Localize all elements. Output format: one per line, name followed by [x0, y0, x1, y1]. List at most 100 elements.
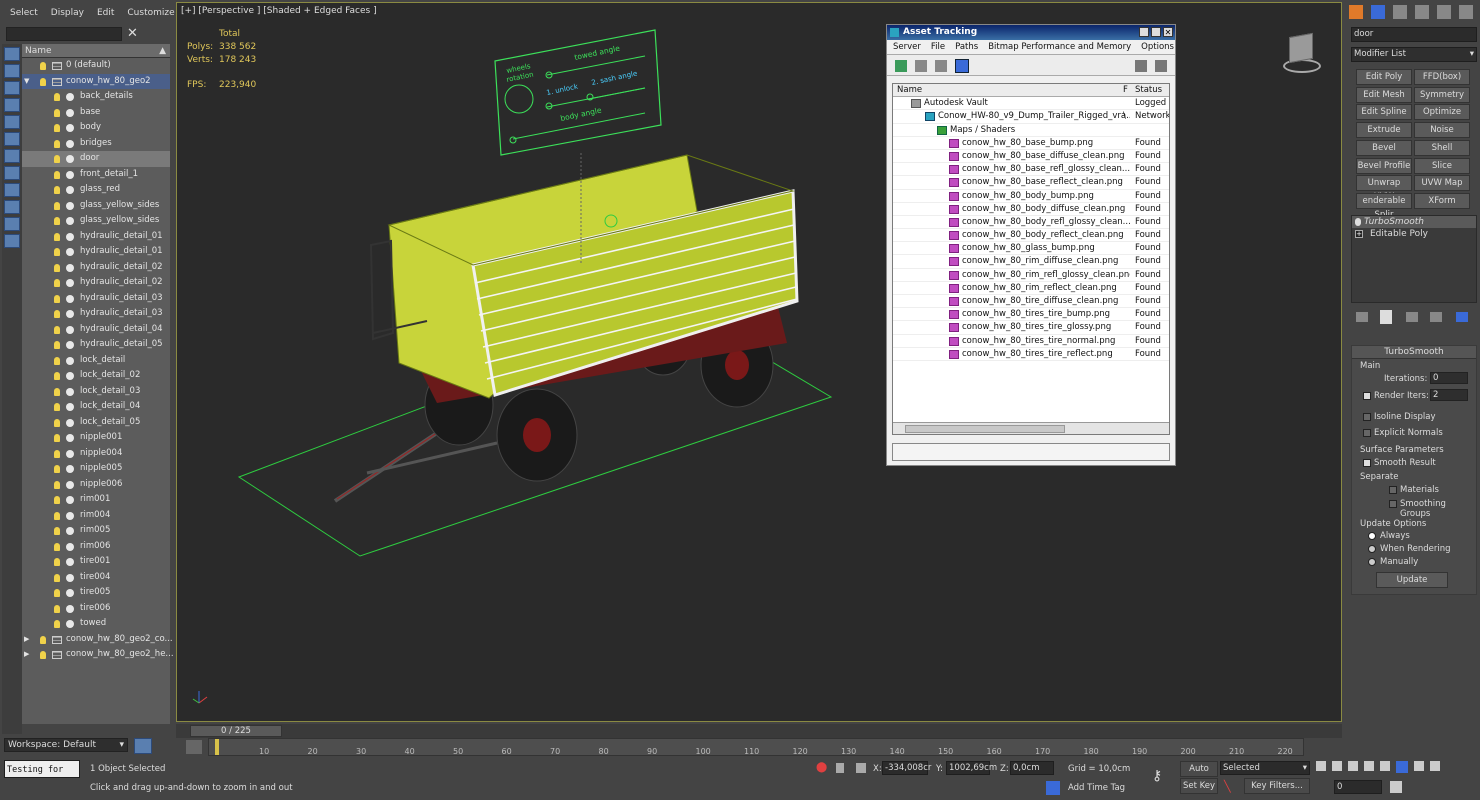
scene-item[interactable]: tire005: [22, 585, 170, 601]
set-key-icon[interactable]: ⚷: [1152, 768, 1162, 784]
modifier-button[interactable]: Noise: [1414, 122, 1470, 139]
visibility-bulb-icon[interactable]: [54, 325, 60, 334]
visibility-bulb-icon[interactable]: [40, 635, 46, 644]
prev-frame-icon[interactable]: [1332, 761, 1342, 771]
asset-col-status[interactable]: Status: [1135, 84, 1162, 97]
help-icon[interactable]: [1135, 60, 1147, 72]
current-frame-marker[interactable]: [215, 739, 219, 755]
scene-item[interactable]: hydraulic_detail_02: [22, 260, 170, 276]
visibility-bulb-icon[interactable]: [54, 93, 60, 101]
visibility-bulb-icon[interactable]: [54, 434, 60, 442]
visibility-bulb-icon[interactable]: [54, 186, 60, 194]
visibility-bulb-icon[interactable]: [40, 77, 46, 86]
turbosmooth-rollout-title[interactable]: TurboSmooth: [1352, 346, 1476, 359]
shapes-filter-icon[interactable]: [4, 115, 20, 129]
explicit-normals-checkbox[interactable]: [1363, 429, 1371, 437]
scene-item[interactable]: ▶ conow_hw_80_geo2_co...: [22, 632, 173, 648]
utilities-tab-icon[interactable]: [1459, 5, 1473, 19]
cameras-filter-icon[interactable]: [4, 149, 20, 163]
asset-col-name[interactable]: Name: [897, 84, 922, 97]
scene-item[interactable]: glass_yellow_sides: [22, 198, 170, 214]
xrefs-filter-icon[interactable]: [4, 217, 20, 231]
scene-item[interactable]: hydraulic_detail_01: [22, 229, 170, 245]
scene-item[interactable]: lock_detail_02: [22, 368, 170, 384]
play-icon[interactable]: [1348, 761, 1358, 771]
expand-arrow-icon[interactable]: ▼: [24, 74, 29, 90]
visibility-bulb-icon[interactable]: [54, 496, 60, 504]
next-frame-icon[interactable]: [1364, 761, 1374, 771]
menu-customize[interactable]: Customize: [127, 8, 174, 18]
scene-item[interactable]: lock_detail_05: [22, 415, 170, 431]
scene-item[interactable]: hydraulic_detail_01: [22, 244, 170, 260]
asset-tracking-dialog[interactable]: Asset Tracking ✕ Server File Paths Bitma…: [886, 24, 1176, 466]
pin-stack-icon[interactable]: [1356, 312, 1368, 322]
scene-item[interactable]: tire006: [22, 601, 170, 617]
show-end-result-icon[interactable]: [1380, 310, 1392, 324]
isoline-checkbox[interactable]: [1363, 413, 1371, 421]
maximize-icon[interactable]: [1151, 27, 1161, 37]
modifier-button[interactable]: Shell: [1414, 139, 1470, 156]
asset-tracking-titlebar[interactable]: Asset Tracking ✕: [887, 25, 1175, 40]
visibility-bulb-icon[interactable]: [54, 480, 60, 489]
absolute-mode-icon[interactable]: [856, 763, 866, 773]
mini-curve-editor-icon[interactable]: [186, 740, 202, 754]
scene-item[interactable]: glass_yellow_sides: [22, 213, 170, 229]
maxscript-listener[interactable]: Testing for: [4, 760, 80, 778]
spacewarps-filter-icon[interactable]: [4, 183, 20, 197]
object-name-field[interactable]: door: [1351, 27, 1477, 42]
scene-item[interactable]: hydraulic_detail_05: [22, 337, 170, 353]
make-unique-icon[interactable]: [1406, 312, 1418, 322]
scene-search-input[interactable]: [6, 27, 122, 41]
pan-icon[interactable]: [1430, 761, 1440, 771]
viewcube[interactable]: [1275, 31, 1327, 73]
menu-display[interactable]: Display: [51, 8, 84, 18]
scene-item[interactable]: hydraulic_detail_03: [22, 306, 170, 322]
visibility-bulb-icon[interactable]: [54, 620, 60, 628]
scene-item[interactable]: nipple001: [22, 430, 170, 446]
asset-row[interactable]: conow_hw_80_body_bump.png Found: [893, 190, 1169, 203]
modifier-button[interactable]: XForm: [1414, 192, 1470, 209]
settings-icon[interactable]: [1155, 60, 1167, 72]
asset-row[interactable]: Autodesk Vault Logged O: [893, 97, 1169, 111]
key-mode-toggle-icon[interactable]: [1396, 761, 1408, 773]
visibility-bulb-icon[interactable]: [40, 651, 46, 659]
goto-end-icon[interactable]: [1380, 761, 1390, 771]
update-button[interactable]: Update: [1376, 572, 1448, 588]
modifier-button[interactable]: Bevel Profile: [1356, 157, 1412, 174]
visibility-bulb-icon[interactable]: [40, 62, 46, 70]
key-filters-button[interactable]: Key Filters...: [1244, 778, 1310, 794]
asset-menu-file[interactable]: File: [931, 40, 945, 54]
asset-row[interactable]: conow_hw_80_glass_bump.png Found: [893, 242, 1169, 256]
asset-horizontal-scrollbar[interactable]: [893, 422, 1169, 434]
scene-item[interactable]: body: [22, 120, 170, 136]
hierarchy-tab-icon[interactable]: [1393, 5, 1407, 19]
create-tab-icon[interactable]: [1349, 5, 1363, 19]
visibility-bulb-icon[interactable]: [54, 201, 60, 210]
asset-col-f[interactable]: F: [1123, 84, 1128, 97]
asset-row[interactable]: conow_hw_80_tires_tire_glossy.png Found: [893, 321, 1169, 335]
manually-radio[interactable]: [1368, 558, 1376, 566]
render-iters-spinner[interactable]: 2: [1430, 389, 1468, 401]
visibility-bulb-icon[interactable]: [54, 372, 60, 380]
menu-select[interactable]: Select: [10, 8, 38, 18]
refresh-icon[interactable]: [895, 60, 907, 72]
visibility-bulb-icon[interactable]: [54, 310, 60, 318]
modifier-button[interactable]: Symmetry: [1414, 86, 1470, 103]
visibility-bulb-icon[interactable]: [54, 108, 60, 117]
asset-path-field[interactable]: [892, 443, 1170, 461]
lights-filter-icon[interactable]: [4, 132, 20, 146]
visibility-bulb-icon[interactable]: [54, 170, 60, 179]
visibility-bulb-icon[interactable]: [54, 124, 60, 132]
key-selection-dropdown[interactable]: Selected ▾: [1220, 761, 1310, 775]
list-view-icon[interactable]: [915, 60, 927, 72]
asset-row[interactable]: conow_hw_80_base_refl_glossy_clean... Fou…: [893, 163, 1169, 177]
modifier-button[interactable]: Bevel: [1356, 139, 1412, 156]
set-key-button[interactable]: Set Key: [1180, 778, 1218, 794]
stack-editable-poly[interactable]: + Editable Poly: [1352, 228, 1476, 240]
auto-key-button[interactable]: Auto Key: [1180, 761, 1218, 788]
when-rendering-radio[interactable]: [1368, 545, 1376, 553]
always-radio[interactable]: [1368, 532, 1376, 540]
configure-sets-icon[interactable]: [1456, 312, 1468, 322]
helpers-filter-icon[interactable]: [4, 166, 20, 180]
modifier-button[interactable]: FFD(box): [1414, 69, 1470, 85]
